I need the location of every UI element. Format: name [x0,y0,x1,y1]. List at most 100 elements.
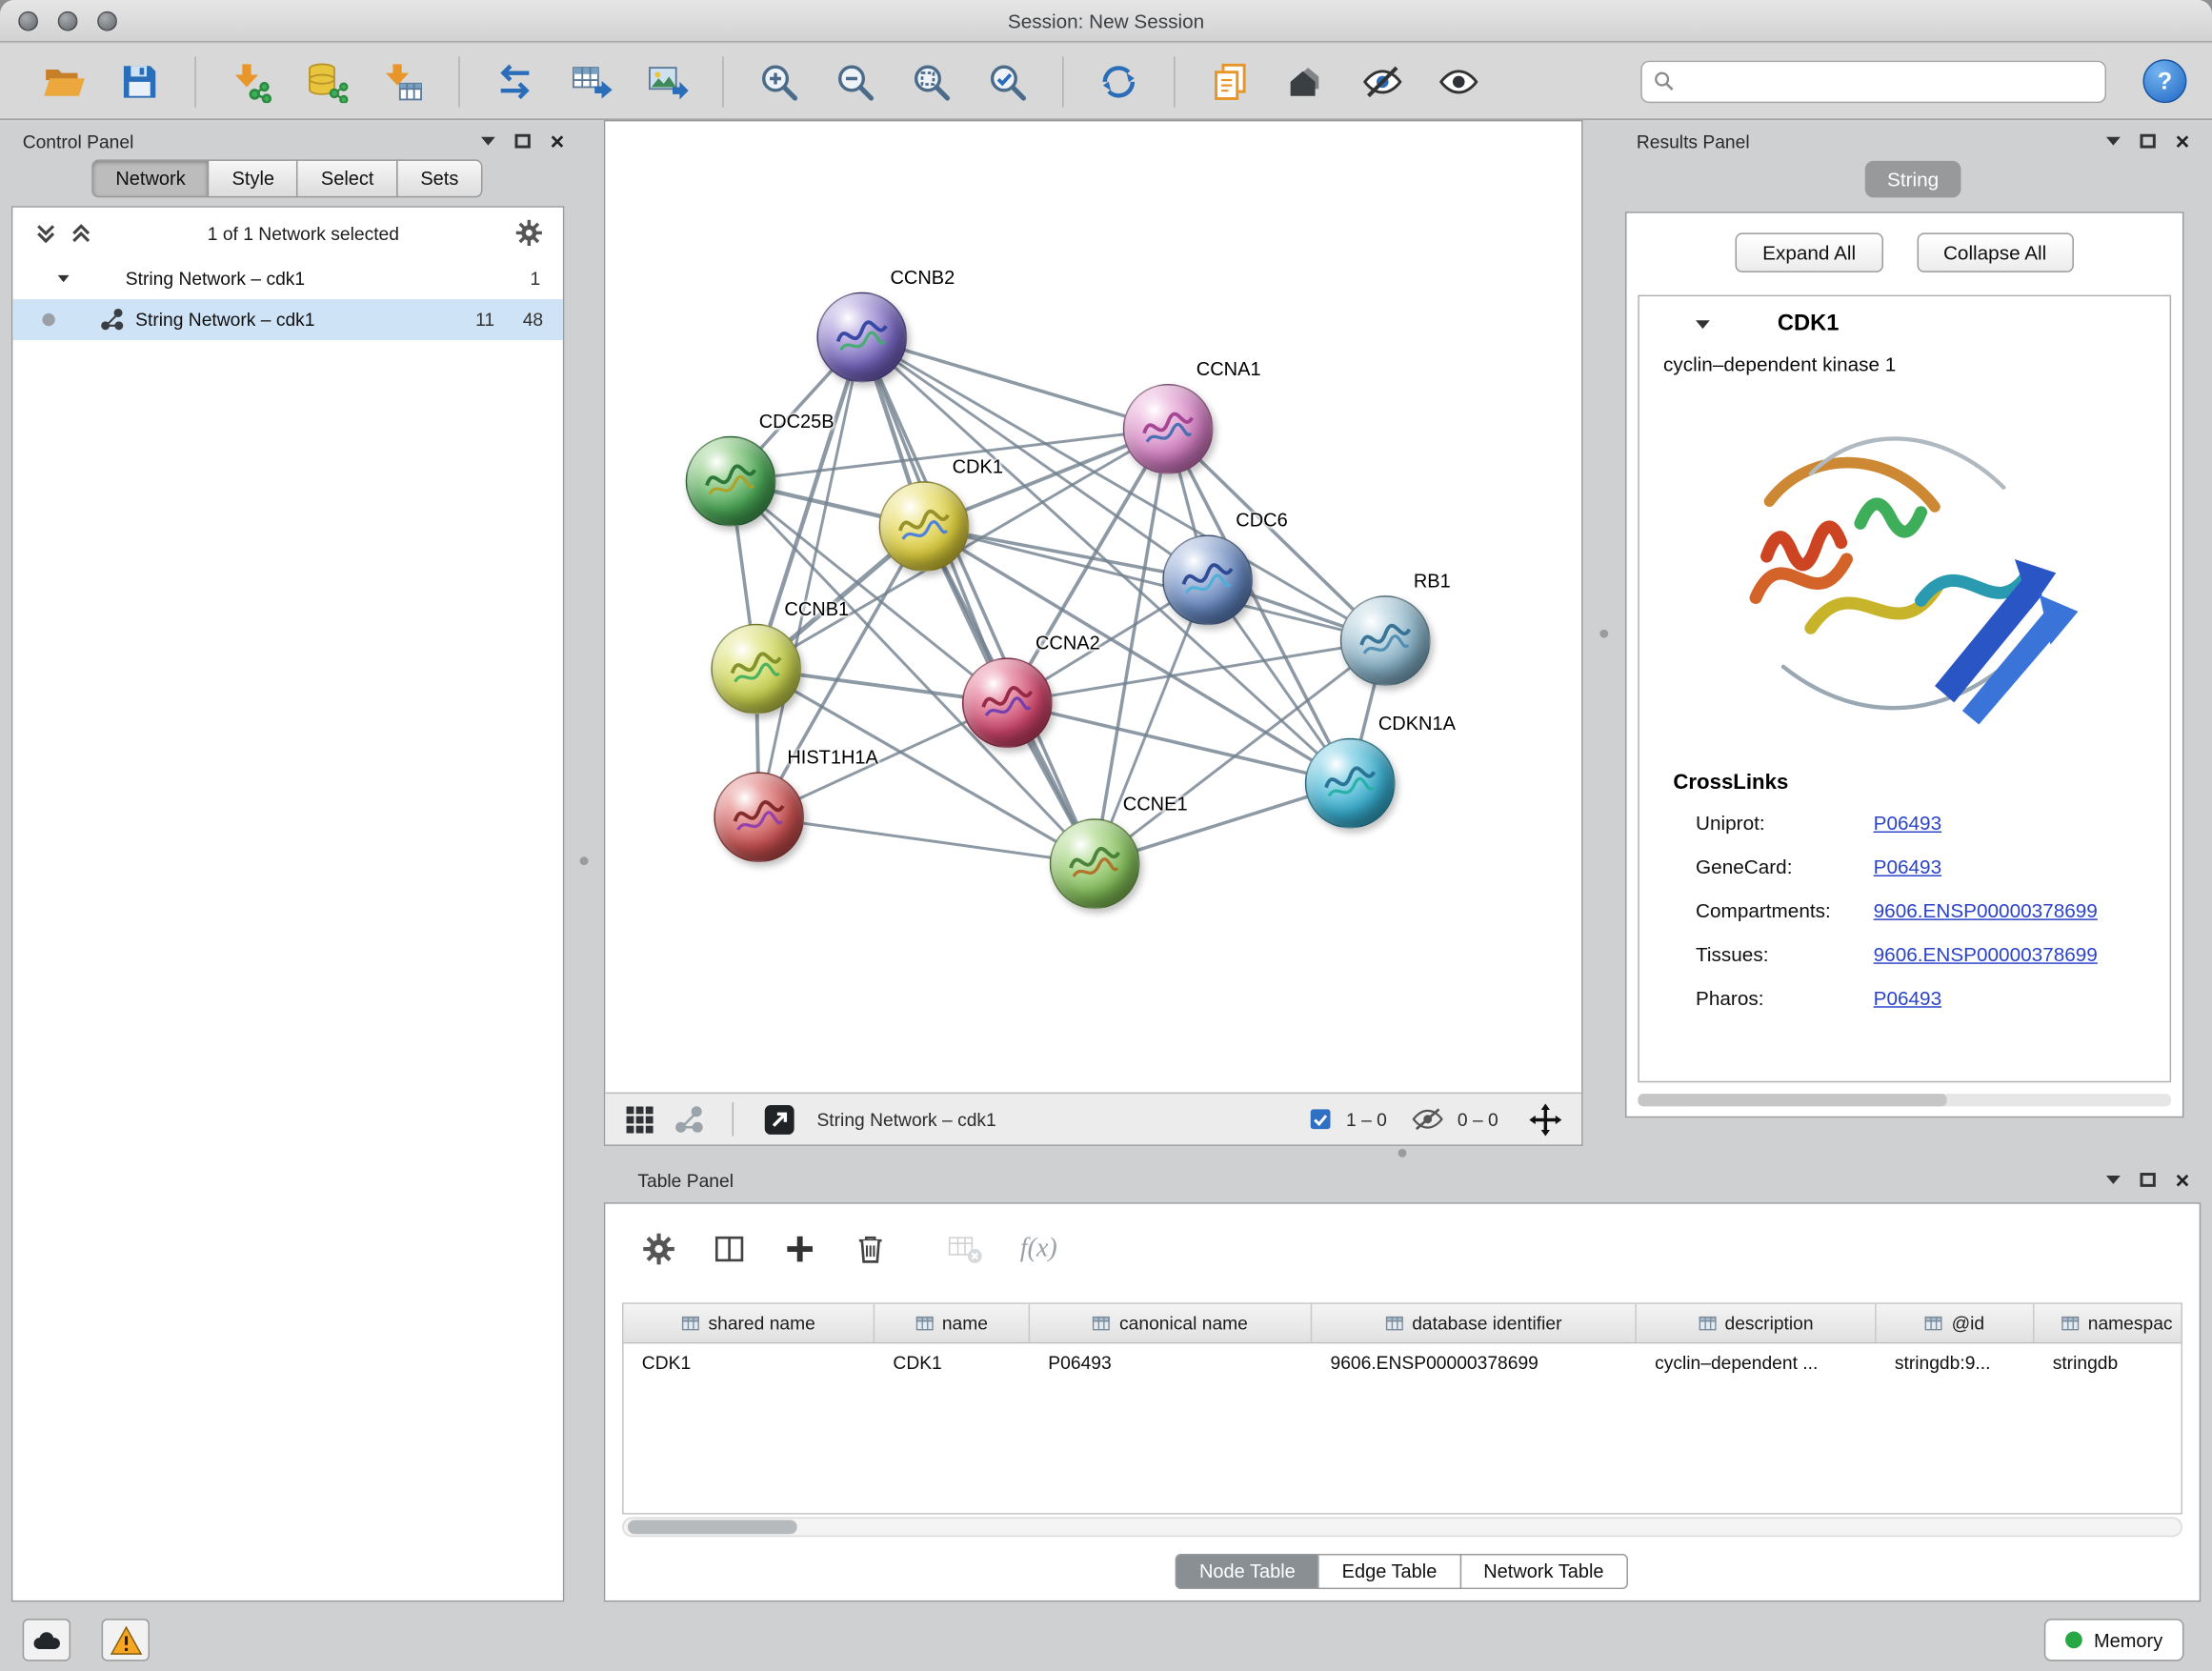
move-crosshair-icon[interactable] [1529,1103,1561,1136]
hide-details-button[interactable] [1353,51,1412,111]
network-edge[interactable] [862,337,1168,429]
network-node-ccne1[interactable] [1050,818,1140,909]
network-node-ccna1[interactable] [1123,384,1214,474]
home-button[interactable] [1277,51,1336,111]
network-node-ccnb2[interactable] [816,292,907,383]
results-scrollbar-thumb[interactable] [1638,1094,1947,1106]
network-node-cdc25b[interactable] [686,436,776,527]
warnings-button[interactable] [102,1619,150,1661]
table-hscrollbar[interactable] [622,1518,2182,1538]
new-network-from-selection-button[interactable] [561,51,620,111]
column-header-canonical-name[interactable]: canonical name [1030,1304,1312,1342]
tab-select[interactable]: Select [297,159,398,197]
vertical-splitter-handle[interactable] [1599,630,1608,638]
refresh-layout-button[interactable] [1089,51,1148,111]
network-collection-row[interactable]: String Network – cdk1 1 [12,258,563,299]
add-column-icon[interactable] [783,1232,817,1266]
vertical-splitter-handle[interactable] [580,856,589,865]
column-header-namespac[interactable]: namespac [2034,1304,2182,1342]
results-panel-float-icon[interactable] [2141,134,2156,149]
import-network-database-button[interactable] [297,51,356,111]
birdseye-grid-icon[interactable] [625,1104,654,1134]
column-header-description[interactable]: description [1637,1304,1877,1342]
gear-icon[interactable] [642,1232,676,1266]
import-table-button[interactable] [373,51,432,111]
table-panel-menu-icon[interactable] [2106,1176,2121,1184]
network-edge[interactable] [862,337,1095,864]
network-node-rb1[interactable] [1340,595,1431,686]
save-session-button[interactable] [111,51,170,111]
share-network-icon[interactable] [674,1104,704,1134]
tab-network[interactable]: Network [91,159,210,197]
tab-edge-table[interactable]: Edge Table [1317,1554,1460,1589]
column-header-name[interactable]: name [875,1304,1030,1342]
import-network-file-button[interactable] [222,51,281,111]
column-header--id[interactable]: @id [1877,1304,2035,1342]
table-cell[interactable]: stringdb:9... [1877,1343,2035,1381]
table-cell[interactable]: CDK1 [624,1343,875,1381]
help-button[interactable]: ? [2142,59,2186,103]
control-panel-close-icon[interactable]: × [551,130,565,153]
export-image-button[interactable] [637,51,696,111]
expand-all-tree-icon[interactable] [35,221,56,245]
network-edge[interactable] [759,337,862,817]
horizontal-splitter-handle[interactable] [1398,1149,1407,1158]
network-node-hist1h1a[interactable] [714,772,804,862]
columns-icon[interactable] [713,1232,747,1266]
tab-node-table[interactable]: Node Table [1176,1554,1319,1589]
control-panel-float-icon[interactable] [515,134,531,149]
memory-button[interactable]: Memory [2044,1619,2183,1661]
zoom-fit-button[interactable] [901,51,960,111]
table-panel-close-icon[interactable]: × [2176,1168,2190,1192]
network-edge[interactable] [759,817,1095,864]
swap-network-button[interactable] [485,51,544,111]
results-tab-string[interactable]: String [1864,161,1961,198]
zoom-in-button[interactable] [749,51,808,111]
crosslink-link[interactable]: 9606.ENSP00000378699 [1874,898,2098,921]
crosslink-link[interactable]: P06493 [1874,855,1941,877]
results-panel-close-icon[interactable]: × [2176,130,2190,153]
table-cell[interactable]: P06493 [1030,1343,1312,1381]
network-node-cdc6[interactable] [1162,534,1253,625]
copy-document-button[interactable] [1200,51,1259,111]
selected-checkbox-icon[interactable] [1310,1108,1333,1131]
table-row[interactable]: CDK1CDK1P064939606.ENSP00000378699cyclin… [624,1343,2182,1381]
tab-sets[interactable]: Sets [396,159,482,197]
network-node-ccna2[interactable] [962,657,1053,748]
hidden-eye-slash-icon[interactable] [1412,1108,1443,1131]
protein-section-expander-icon[interactable] [1696,320,1710,329]
open-session-button[interactable] [34,51,93,111]
search-box[interactable] [1640,60,2106,102]
column-header-shared-name[interactable]: shared name [624,1304,875,1342]
collapse-all-button[interactable]: Collapse All [1917,232,2074,272]
zoom-selected-button[interactable] [977,51,1036,111]
delete-icon[interactable] [854,1232,888,1266]
show-details-button[interactable] [1429,51,1488,111]
results-scrollbar[interactable] [1638,1094,2171,1106]
tree-expander-icon[interactable] [58,275,70,282]
column-header-database-identifier[interactable]: database identifier [1312,1304,1637,1342]
search-input[interactable] [1683,70,2094,91]
control-panel-menu-icon[interactable] [481,137,495,146]
crosslink-link[interactable]: P06493 [1874,986,1941,1009]
tab-network-table[interactable]: Network Table [1459,1554,1628,1589]
expand-all-button[interactable]: Expand All [1736,232,1882,272]
table-cell[interactable]: CDK1 [875,1343,1030,1381]
table-cell[interactable]: cyclin–dependent ... [1637,1343,1877,1381]
table-cell[interactable]: stringdb [2034,1343,2182,1381]
crosslink-link[interactable]: P06493 [1874,811,1941,834]
table-hscrollbar-thumb[interactable] [628,1520,797,1534]
network-canvas[interactable]: CCNB2CCNA1CDC25BCDK1CDC6RB1CCNB1CCNA2CDK… [605,121,1581,1092]
open-in-new-window-icon[interactable] [762,1101,797,1137]
table-panel-float-icon[interactable] [2141,1173,2156,1187]
gear-icon[interactable] [515,219,544,248]
network-row[interactable]: String Network – cdk1 11 48 [12,299,563,340]
results-panel-menu-icon[interactable] [2106,137,2121,146]
crosslink-link[interactable]: 9606.ENSP00000378699 [1874,942,2098,965]
network-node-cdkn1a[interactable] [1305,738,1396,829]
network-edge[interactable] [1007,703,1350,783]
table-cell[interactable]: 9606.ENSP00000378699 [1312,1343,1637,1381]
zoom-out-button[interactable] [825,51,884,111]
collapse-all-tree-icon[interactable] [70,221,91,245]
network-node-cdk1[interactable] [879,481,970,572]
